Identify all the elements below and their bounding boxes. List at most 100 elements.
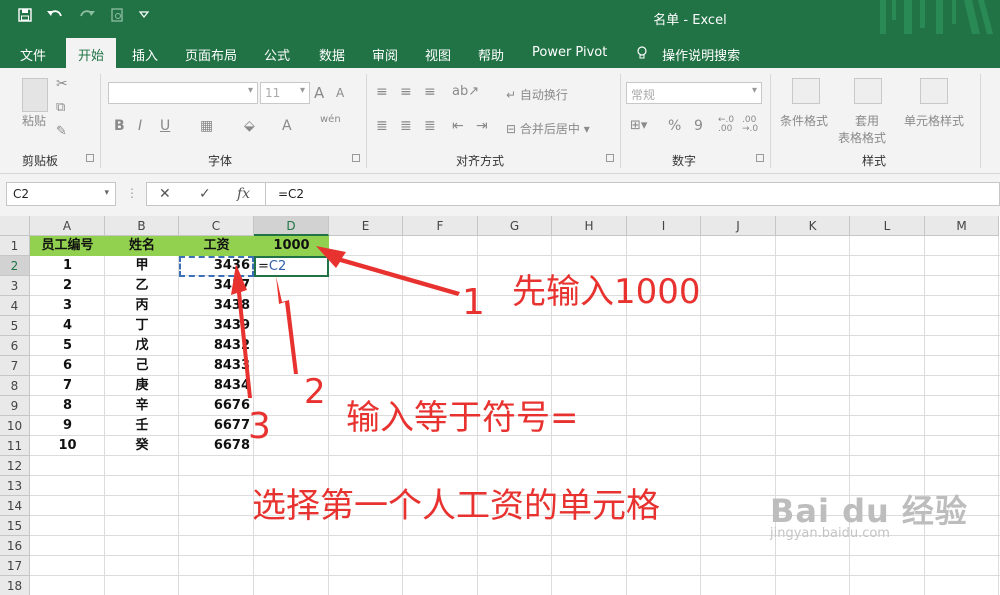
column-header-h[interactable]: H (552, 216, 627, 236)
row-header-10[interactable]: 10 (0, 416, 30, 436)
cut-icon[interactable]: ✂ (56, 76, 68, 92)
decrease-decimal-icon[interactable]: .00 →.0 (742, 116, 758, 134)
tab-home[interactable]: 开始 (66, 38, 117, 68)
name-box[interactable]: C2 ▾ (6, 182, 116, 206)
cell-b10[interactable]: 壬 (105, 416, 179, 436)
row-header-12[interactable]: 12 (0, 456, 30, 476)
cell-b5[interactable]: 丁 (105, 316, 179, 336)
paste-icon[interactable] (22, 78, 48, 112)
cell-a8[interactable]: 7 (30, 376, 105, 396)
row-header-6[interactable]: 6 (0, 336, 30, 356)
increase-indent-icon[interactable]: ⇥ (476, 118, 488, 134)
column-header-g[interactable]: G (478, 216, 552, 236)
align-middle-icon[interactable]: ≡ (400, 84, 412, 100)
decrease-indent-icon[interactable]: ⇤ (452, 118, 464, 134)
align-bottom-icon[interactable]: ≡ (424, 84, 436, 100)
cell-a9[interactable]: 8 (30, 396, 105, 416)
paste-button[interactable]: 粘贴 (22, 112, 46, 129)
conditional-format-button[interactable]: 条件格式 (780, 112, 828, 129)
shrink-font-button[interactable]: A (336, 86, 344, 100)
cell-c10[interactable]: 6677 (179, 416, 254, 436)
cell-b2[interactable]: 甲 (105, 256, 179, 276)
column-header-a[interactable]: A (30, 216, 105, 236)
cell-b1[interactable]: 姓名 (105, 236, 179, 256)
cell-b3[interactable]: 乙 (105, 276, 179, 296)
row-header-4[interactable]: 4 (0, 296, 30, 316)
tab-review[interactable]: 审阅 (372, 45, 398, 64)
column-header-f[interactable]: F (403, 216, 478, 236)
tab-formulas[interactable]: 公式 (264, 45, 290, 64)
underline-button[interactable]: U (160, 118, 170, 134)
cell-styles-icon[interactable] (920, 78, 948, 104)
cell-a2[interactable]: 1 (30, 256, 105, 276)
active-cell-d2[interactable]: =C2 (254, 256, 329, 277)
clipboard-launcher-icon[interactable] (86, 154, 94, 162)
drag-handle-icon[interactable]: ⋮ (126, 186, 138, 200)
row-header-3[interactable]: 3 (0, 276, 30, 296)
cell-b6[interactable]: 戊 (105, 336, 179, 356)
cell-c1[interactable]: 工资 (179, 236, 254, 256)
wrap-text-button[interactable]: ↵ 自动换行 (506, 86, 568, 103)
cell-b7[interactable]: 己 (105, 356, 179, 376)
font-color-button[interactable]: A (282, 118, 292, 134)
row-header-2[interactable]: 2 (0, 256, 30, 276)
italic-button[interactable]: I (138, 118, 142, 134)
number-format-select[interactable]: 常规 ▾ (626, 82, 762, 104)
cell-a6[interactable]: 5 (30, 336, 105, 356)
enter-icon[interactable]: ✓ (199, 186, 211, 202)
font-launcher-icon[interactable] (352, 154, 360, 162)
row-header-16[interactable]: 16 (0, 536, 30, 556)
cell-b11[interactable]: 癸 (105, 436, 179, 456)
row-header-14[interactable]: 14 (0, 496, 30, 516)
row-header-8[interactable]: 8 (0, 376, 30, 396)
row-header-5[interactable]: 5 (0, 316, 30, 336)
cell-c8[interactable]: 8434 (179, 376, 254, 396)
row-header-9[interactable]: 9 (0, 396, 30, 416)
grow-font-button[interactable]: A (314, 84, 324, 102)
cancel-icon[interactable]: ✕ (159, 186, 171, 202)
font-name-select[interactable]: ▾ (108, 82, 258, 104)
cell-a11[interactable]: 10 (30, 436, 105, 456)
cell-a7[interactable]: 6 (30, 356, 105, 376)
tab-page-layout[interactable]: 页面布局 (185, 45, 237, 64)
cell-c5[interactable]: 3439 (179, 316, 254, 336)
column-header-k[interactable]: K (776, 216, 850, 236)
border-icon[interactable]: ▦ (200, 118, 213, 134)
cell-c9[interactable]: 6676 (179, 396, 254, 416)
formula-input[interactable]: =C2 (266, 182, 1000, 206)
tab-view[interactable]: 视图 (425, 45, 451, 64)
number-launcher-icon[interactable] (756, 154, 764, 162)
cell-c4[interactable]: 3438 (179, 296, 254, 316)
cell-a4[interactable]: 3 (30, 296, 105, 316)
cell-b4[interactable]: 丙 (105, 296, 179, 316)
row-header-7[interactable]: 7 (0, 356, 30, 376)
column-header-j[interactable]: J (701, 216, 776, 236)
cell-b8[interactable]: 庚 (105, 376, 179, 396)
format-table-line2[interactable]: 表格格式 (838, 129, 886, 146)
cell-c6[interactable]: 8432 (179, 336, 254, 356)
column-header-l[interactable]: L (850, 216, 925, 236)
align-center-icon[interactable]: ≣ (400, 118, 412, 134)
tab-data[interactable]: 数据 (319, 45, 345, 64)
cell-a10[interactable]: 9 (30, 416, 105, 436)
comma-button[interactable]: 9 (694, 118, 703, 134)
column-header-c[interactable]: C (179, 216, 254, 236)
column-header-m[interactable]: M (925, 216, 999, 236)
phonetic-button[interactable]: wén (320, 114, 341, 125)
select-all-button[interactable] (0, 216, 30, 236)
orientation-icon[interactable]: ab↗ (452, 84, 479, 99)
insert-function-icon[interactable]: fx (237, 186, 250, 202)
column-header-e[interactable]: E (329, 216, 403, 236)
tab-insert[interactable]: 插入 (132, 45, 158, 64)
currency-icon[interactable]: ⊞▾ (630, 118, 647, 133)
row-header-18[interactable]: 18 (0, 576, 30, 595)
copy-icon[interactable]: ⧉ (56, 100, 65, 115)
cell-c11[interactable]: 6678 (179, 436, 254, 456)
align-left-icon[interactable]: ≣ (376, 118, 388, 134)
row-header-1[interactable]: 1 (0, 236, 30, 256)
cell-a5[interactable]: 4 (30, 316, 105, 336)
column-header-b[interactable]: B (105, 216, 179, 236)
tab-help[interactable]: 帮助 (478, 45, 504, 64)
row-header-13[interactable]: 13 (0, 476, 30, 496)
conditional-format-icon[interactable] (792, 78, 820, 104)
